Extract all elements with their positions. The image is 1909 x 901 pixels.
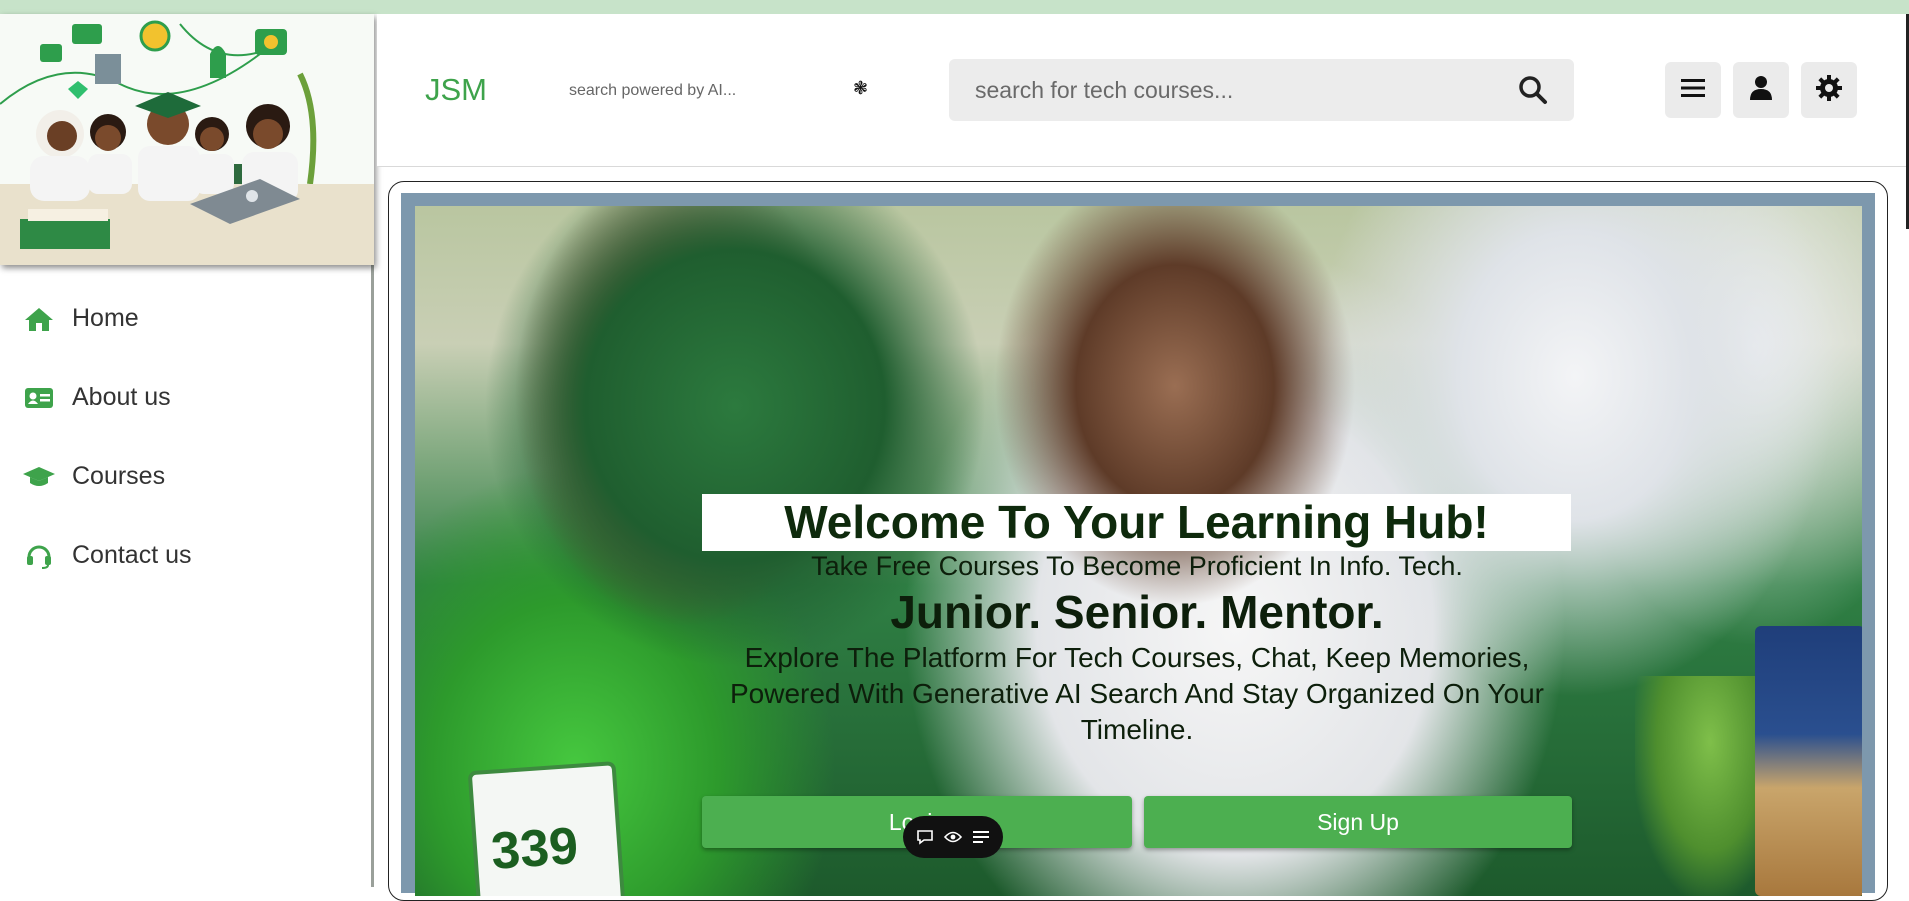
sidebar: Home About us Courses Contact us bbox=[0, 14, 374, 887]
ai-search-hint: search powered by AI... bbox=[569, 82, 737, 99]
hero-subtitle: Take Free Courses To Become Proficient I… bbox=[811, 551, 1463, 581]
chat-bubble-icon[interactable] bbox=[914, 826, 936, 848]
sidebar-item-home[interactable]: Home bbox=[0, 279, 370, 358]
home-icon bbox=[22, 305, 56, 333]
hero-tagline: Junior. Senior. Mentor. bbox=[890, 586, 1384, 638]
sidebar-item-label: About us bbox=[72, 383, 171, 411]
sidebar-nav: Home About us Courses Contact us bbox=[0, 279, 370, 595]
signup-button[interactable]: Sign Up bbox=[1144, 796, 1572, 848]
device-screen-number: 339 bbox=[489, 816, 580, 881]
eye-icon[interactable] bbox=[942, 826, 964, 848]
user-button[interactable] bbox=[1733, 62, 1789, 118]
top-accent-strip bbox=[0, 0, 1909, 14]
gear-icon bbox=[1815, 74, 1843, 107]
list-icon[interactable] bbox=[970, 826, 992, 848]
headset-icon bbox=[22, 542, 56, 570]
top-header: JSM search powered by AI... ❃ bbox=[377, 14, 1909, 167]
students-learning-illustration bbox=[0, 14, 374, 265]
sidebar-item-label: Home bbox=[72, 304, 139, 332]
device-screen: 339 bbox=[467, 761, 627, 896]
user-icon bbox=[1749, 75, 1773, 106]
hero-title: Welcome To Your Learning Hub! bbox=[784, 496, 1489, 548]
search-input[interactable] bbox=[973, 75, 1497, 105]
settings-button[interactable] bbox=[1801, 62, 1857, 118]
id-card-icon bbox=[22, 384, 56, 412]
ai-spark-icon[interactable]: ❃ bbox=[853, 78, 868, 99]
menu-button[interactable] bbox=[1665, 62, 1721, 118]
brand-logo-text[interactable]: JSM bbox=[425, 72, 487, 108]
search-icon[interactable] bbox=[1518, 75, 1548, 105]
sidebar-item-about-us[interactable]: About us bbox=[0, 358, 370, 437]
menu-icon bbox=[1681, 78, 1705, 103]
graduation-cap-icon bbox=[22, 463, 56, 491]
books-decoration bbox=[1755, 626, 1862, 896]
sidebar-item-contact-us[interactable]: Contact us bbox=[0, 516, 370, 595]
search-bar bbox=[949, 59, 1574, 121]
sidebar-item-label: Contact us bbox=[72, 541, 192, 569]
sidebar-illustration bbox=[0, 14, 374, 265]
floating-toolbar bbox=[903, 816, 1003, 858]
sidebar-item-label: Courses bbox=[72, 462, 166, 490]
hero-description: Explore The Platform For Tech Courses, C… bbox=[729, 642, 1545, 745]
sidebar-item-courses[interactable]: Courses bbox=[0, 437, 370, 516]
